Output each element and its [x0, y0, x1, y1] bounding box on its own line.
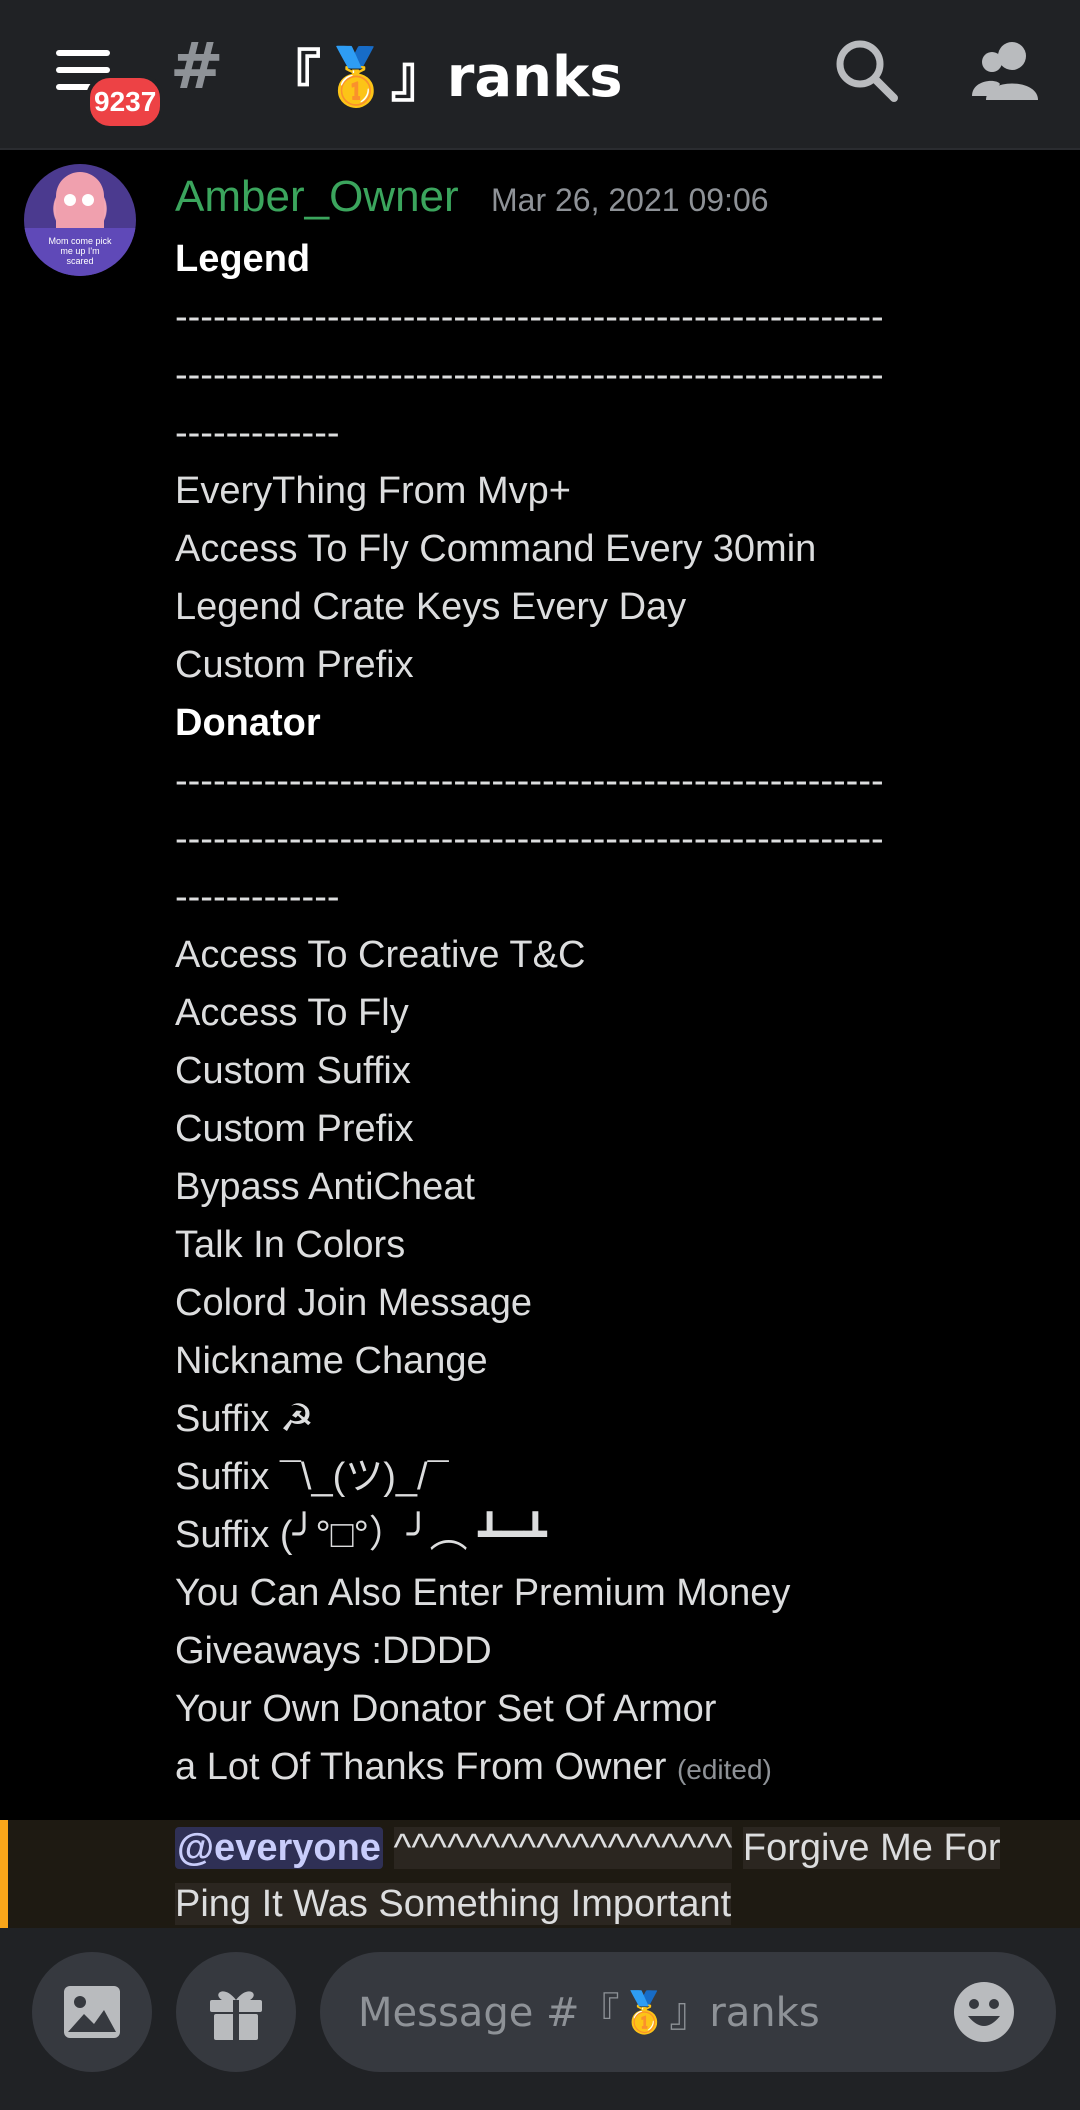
message-line-text: Access To Fly: [175, 992, 409, 1034]
message-line: Custom Prefix: [175, 636, 1045, 694]
message-line-text: EveryThing From Mvp+: [175, 470, 571, 512]
message-line-text: Legend: [175, 238, 311, 280]
message-line-text: You Can Also Enter Premium Money: [175, 1572, 791, 1614]
message-content: Legend ----------------------------------…: [175, 230, 1045, 1796]
message-line-text: Suffix (╯°□°）╯︵ ┻━┻: [175, 1514, 547, 1556]
message-line: Nickname Change: [175, 1332, 1045, 1390]
message-composer: [320, 1952, 1056, 2074]
mention-carets: ^^^^^^^^^^^^^^^^^^^: [393, 1827, 733, 1869]
gift-button[interactable]: [176, 1952, 296, 2072]
message-line-text: ----------------------------------------…: [175, 818, 884, 860]
message-line: Talk In Colors: [175, 1216, 1045, 1274]
message-line-text: Legend Crate Keys Every Day: [175, 586, 687, 628]
message-line: Donator: [175, 694, 1045, 752]
message-line: Custom Prefix: [175, 1100, 1045, 1158]
hash-icon: #: [170, 30, 224, 104]
message-line-text: Custom Prefix: [175, 644, 414, 686]
message-line: Suffix ☭: [175, 1390, 1045, 1448]
message-line-text: Custom Suffix: [175, 1050, 411, 1092]
mention-text: @everyone ^^^^^^^^^^^^^^^^^^^ Forgive Me…: [175, 1820, 1055, 1932]
message-line-text: ----------------------------------------…: [175, 760, 884, 802]
message-input[interactable]: [356, 1952, 920, 2074]
message-line: EveryThing From Mvp+: [175, 462, 1045, 520]
message-line: ----------------------------------------…: [175, 288, 1045, 346]
message-line: Custom Suffix: [175, 1042, 1045, 1100]
message-author[interactable]: Amber_Owner: [175, 172, 459, 222]
message-line: Suffix (╯°□°）╯︵ ┻━┻: [175, 1506, 1045, 1564]
message-line-text: Suffix ¯\_(ツ)_/¯: [175, 1456, 449, 1498]
message-line: Suffix ¯\_(ツ)_/¯: [175, 1448, 1045, 1506]
image-icon: [64, 1986, 120, 2038]
mention-highlight: @everyone ^^^^^^^^^^^^^^^^^^^ Forgive Me…: [0, 1820, 1080, 1928]
message-line: a Lot Of Thanks From Owner (edited): [175, 1738, 1045, 1796]
message-line: Legend Crate Keys Every Day: [175, 578, 1045, 636]
message-line: ----------------------------------------…: [175, 810, 1045, 868]
channel-header: 9237 # 『🥇』ranks: [0, 0, 1080, 150]
members-icon[interactable]: [972, 38, 1044, 102]
message-line: -------------: [175, 868, 1045, 926]
mention-message-part2: Ping It Was Something Important: [175, 1883, 732, 1925]
avatar[interactable]: Mom come pick me up I'm scared: [24, 164, 136, 276]
message-line: You Can Also Enter Premium Money: [175, 1564, 1045, 1622]
message-line-text: Access To Creative T&C: [175, 934, 586, 976]
message-timestamp: Mar 26, 2021 09:06: [491, 182, 769, 218]
message-line-text: -------------: [175, 876, 340, 918]
message-line-text: Access To Fly Command Every 30min: [175, 528, 817, 570]
message-line-text: ----------------------------------------…: [175, 354, 884, 396]
message-line-text: Colord Join Message: [175, 1282, 532, 1324]
message-line: ----------------------------------------…: [175, 346, 1045, 404]
message-line-text: Nickname Change: [175, 1340, 488, 1382]
edited-label: (edited): [676, 1754, 772, 1785]
gift-icon: [210, 1991, 262, 2040]
message-line-text: ----------------------------------------…: [175, 296, 884, 338]
message-line: Access To Creative T&C: [175, 926, 1045, 984]
message-line: Access To Fly Command Every 30min: [175, 520, 1045, 578]
message-line: Giveaways :DDDD: [175, 1622, 1045, 1680]
message-line-text: Suffix ☭: [175, 1398, 314, 1440]
channel-title[interactable]: 『🥇』ranks: [265, 32, 623, 113]
message-line: Legend: [175, 230, 1045, 288]
message-line: Your Own Donator Set Of Armor: [175, 1680, 1045, 1738]
message-line: Bypass AntiCheat: [175, 1158, 1045, 1216]
message-line: ----------------------------------------…: [175, 752, 1045, 810]
message-line-text: Giveaways :DDDD: [175, 1630, 492, 1672]
message-line: -------------: [175, 404, 1045, 462]
message-line-text: a Lot Of Thanks From Owner: [175, 1746, 667, 1788]
message-line: Colord Join Message: [175, 1274, 1045, 1332]
avatar-caption: Mom come pick me up I'm scared: [48, 236, 112, 266]
unread-badge: 9237: [86, 74, 165, 130]
message-line-text: Your Own Donator Set Of Armor: [175, 1688, 717, 1730]
message-line-text: -------------: [175, 412, 340, 454]
message-line-text: Donator: [175, 702, 321, 744]
image-upload-button[interactable]: [32, 1952, 152, 2072]
emoji-icon[interactable]: [952, 1980, 1016, 2044]
everyone-mention[interactable]: @everyone: [175, 1827, 383, 1869]
message-line: Access To Fly: [175, 984, 1045, 1042]
search-icon[interactable]: [832, 36, 902, 106]
message-line-text: Custom Prefix: [175, 1108, 414, 1150]
message-line-text: Talk In Colors: [175, 1224, 406, 1266]
mention-message-part1: Forgive Me For: [742, 1827, 1001, 1869]
message-line-text: Bypass AntiCheat: [175, 1166, 475, 1208]
